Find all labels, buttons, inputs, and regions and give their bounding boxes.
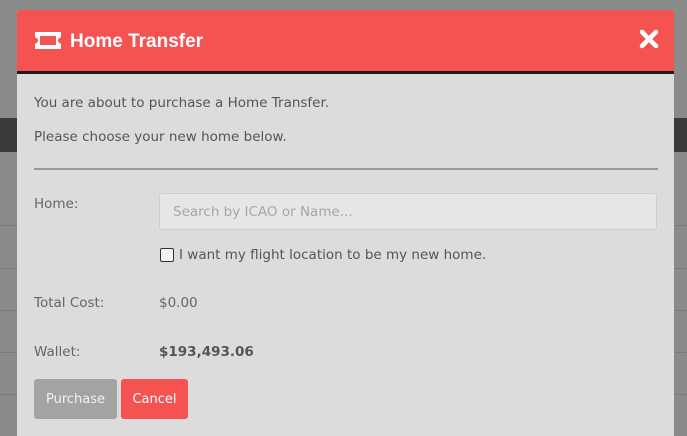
flight-location-checkbox-row[interactable]: I want my flight location to be my new h… bbox=[160, 246, 486, 264]
purchase-button[interactable]: Purchase bbox=[34, 379, 117, 419]
cancel-button[interactable]: Cancel bbox=[121, 379, 188, 419]
checkbox-label: I want my flight location to be my new h… bbox=[179, 247, 487, 263]
flight-location-checkbox[interactable] bbox=[160, 248, 174, 262]
home-search-input[interactable] bbox=[159, 193, 657, 230]
ticket-icon bbox=[35, 32, 61, 49]
wallet-value: $193,493.06 bbox=[159, 344, 254, 360]
home-transfer-modal: Home Transfer You are about to purchase … bbox=[17, 10, 674, 436]
intro-instruction: Please choose your new home below. bbox=[34, 129, 287, 145]
total-cost-label: Total Cost: bbox=[34, 295, 105, 311]
home-label: Home: bbox=[34, 196, 79, 212]
close-icon[interactable] bbox=[636, 26, 662, 52]
wallet-label: Wallet: bbox=[34, 344, 81, 360]
divider bbox=[34, 168, 658, 170]
total-cost-value: $0.00 bbox=[159, 295, 198, 311]
intro-text: You are about to purchase a Home Transfe… bbox=[34, 95, 330, 111]
modal-header: Home Transfer bbox=[17, 10, 674, 74]
modal-title: Home Transfer bbox=[70, 31, 204, 52]
